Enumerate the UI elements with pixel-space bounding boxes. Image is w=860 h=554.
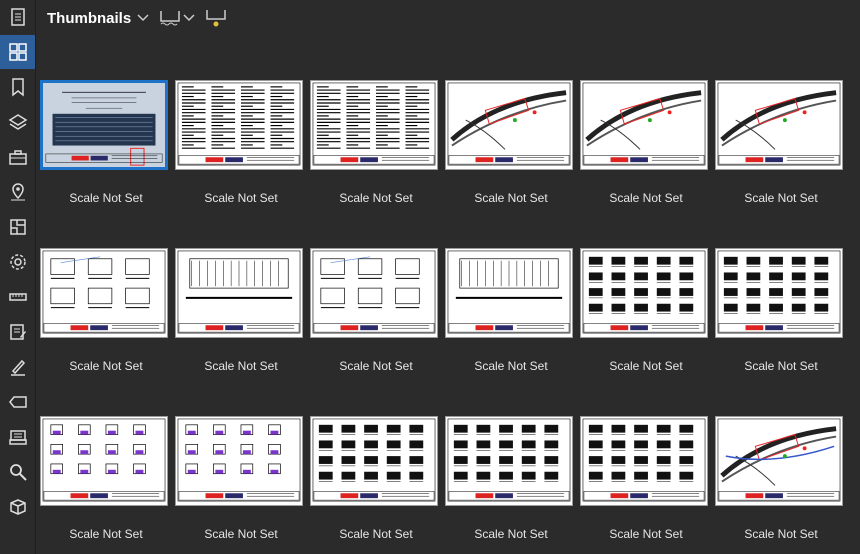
page-thumbnail-image[interactable] (40, 80, 168, 170)
page-scale-label: Scale Not Set (744, 359, 818, 373)
page-thumbnail-16[interactable]: Scale Not Set (441, 412, 576, 542)
spaces-icon[interactable] (0, 210, 35, 244)
page-scale-label: Scale Not Set (339, 359, 413, 373)
page-thumbnail-10[interactable]: Scale Not Set (441, 244, 576, 374)
page-scale-label: Scale Not Set (744, 527, 818, 541)
page-thumbnail-image[interactable] (310, 416, 438, 506)
page-thumbnail-4[interactable]: Scale Not Set (441, 76, 576, 206)
measurements-ruler-icon[interactable] (0, 280, 35, 314)
places-icon[interactable] (0, 175, 35, 209)
thumbnails-grid-icon[interactable] (0, 35, 35, 69)
page-thumbnail-5[interactable]: Scale Not Set (576, 76, 711, 206)
page-scale-label: Scale Not Set (204, 527, 278, 541)
page-thumbnail-13[interactable]: Scale Not Set (36, 412, 171, 542)
page-scale-label: Scale Not Set (204, 191, 278, 205)
page-thumbnail-image[interactable] (175, 416, 303, 506)
page-thumbnail-image[interactable] (580, 416, 708, 506)
page-thumbnail-3[interactable]: Scale Not Set (306, 76, 441, 206)
page-thumbnail-17[interactable]: Scale Not Set (576, 412, 711, 542)
page-scale-label: Scale Not Set (339, 191, 413, 205)
page-scale-label: Scale Not Set (609, 359, 683, 373)
page-thumbnail-15[interactable]: Scale Not Set (306, 412, 441, 542)
page-thumbnail-image[interactable] (715, 248, 843, 338)
page-scale-label: Scale Not Set (204, 359, 278, 373)
page-thumbnail-image[interactable] (175, 80, 303, 170)
page-thumbnail-image[interactable] (445, 80, 573, 170)
page-scale-label: Scale Not Set (609, 191, 683, 205)
page-thumbnail-image[interactable] (580, 80, 708, 170)
page-thumbnail-18[interactable]: Scale Not Set (711, 412, 846, 542)
panel-title: Thumbnails (47, 9, 132, 27)
page-thumbnail-2[interactable]: Scale Not Set (171, 76, 306, 206)
file-icon[interactable] (0, 0, 35, 34)
new-page-sparkle-icon[interactable] (205, 8, 227, 28)
page-thumbnail-1[interactable]: Scale Not Set (36, 76, 171, 206)
page-thumbnail-image[interactable] (715, 80, 843, 170)
page-scale-label: Scale Not Set (609, 527, 683, 541)
scanner-icon[interactable] (0, 420, 35, 454)
page-thumbnail-12[interactable]: Scale Not Set (711, 244, 846, 374)
search-icon[interactable] (0, 455, 35, 489)
tag-icon[interactable] (0, 385, 35, 419)
page-thumbnail-7[interactable]: Scale Not Set (36, 244, 171, 374)
page-scale-label: Scale Not Set (69, 191, 143, 205)
signatures-pen-icon[interactable] (0, 350, 35, 384)
page-thumbnail-image[interactable] (580, 248, 708, 338)
page-thumbnail-image[interactable] (310, 80, 438, 170)
page-thumbnail-9[interactable]: Scale Not Set (306, 244, 441, 374)
page-thumbnail-8[interactable]: Scale Not Set (171, 244, 306, 374)
page-thumbnail-image[interactable] (175, 248, 303, 338)
page-thumbnail-6[interactable]: Scale Not Set (711, 76, 846, 206)
page-thumbnail-image[interactable] (310, 248, 438, 338)
title-dropdown-chevron-icon[interactable] (137, 14, 149, 22)
thumbnails-header: Thumbnails (36, 0, 860, 36)
page-scale-label: Scale Not Set (69, 527, 143, 541)
page-scale-label: Scale Not Set (474, 191, 548, 205)
layers-icon[interactable] (0, 105, 35, 139)
page-thumbnail-image[interactable] (445, 416, 573, 506)
bookmarks-icon[interactable] (0, 70, 35, 104)
page-scale-label: Scale Not Set (339, 527, 413, 541)
page-thumbnail-image[interactable] (40, 248, 168, 338)
page-scale-label: Scale Not Set (474, 359, 548, 373)
page-size-icon[interactable] (159, 9, 181, 27)
page-scale-label: Scale Not Set (744, 191, 818, 205)
page-thumbnail-image[interactable] (715, 416, 843, 506)
page-thumbnail-image[interactable] (40, 416, 168, 506)
page-scale-label: Scale Not Set (474, 527, 548, 541)
page-size-chevron-icon[interactable] (183, 14, 195, 22)
toolchest-icon[interactable] (0, 140, 35, 174)
page-thumbnail-11[interactable]: Scale Not Set (576, 244, 711, 374)
settings-gear-icon[interactable] (0, 245, 35, 279)
3d-box-icon[interactable] (0, 490, 35, 524)
markups-list-icon[interactable] (0, 315, 35, 349)
page-thumbnail-14[interactable]: Scale Not Set (171, 412, 306, 542)
page-scale-label: Scale Not Set (69, 359, 143, 373)
left-sidebar (0, 0, 36, 554)
page-thumbnail-image[interactable] (445, 248, 573, 338)
